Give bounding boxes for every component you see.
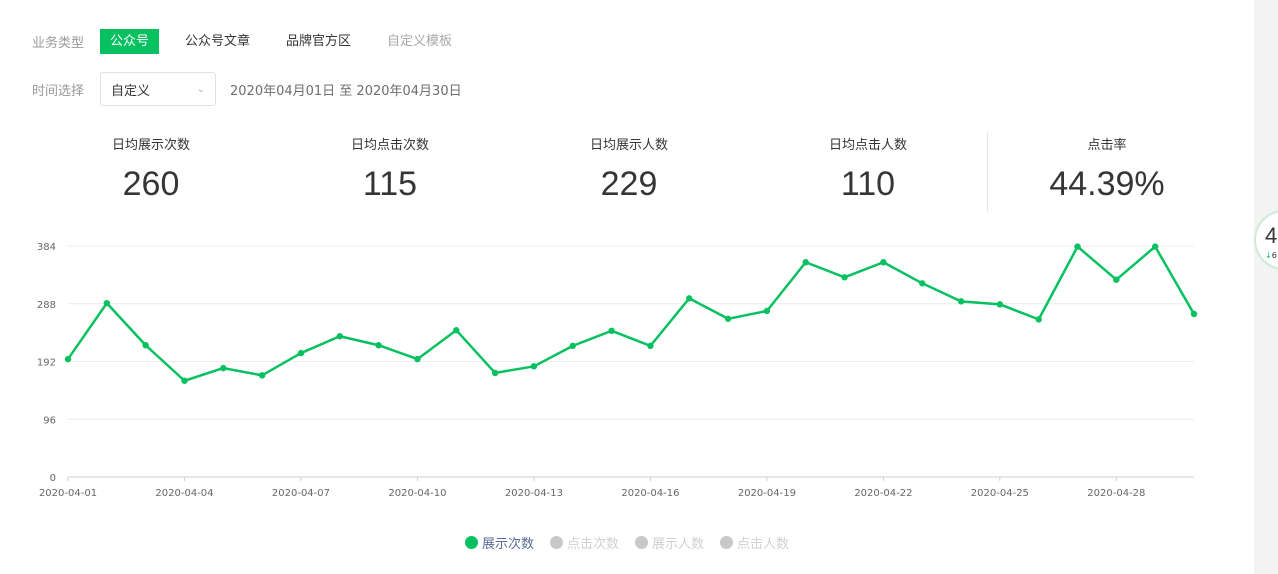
time-select-label: 时间选择 bbox=[32, 83, 85, 99]
business-type-label: 业务类型 bbox=[32, 36, 85, 51]
legend-dot-icon bbox=[720, 536, 734, 549]
x-tick-label: 2020-04-16 bbox=[621, 488, 679, 499]
legend-label: 点击次数 bbox=[566, 537, 619, 552]
arrow-down-icon: ↓ bbox=[1265, 251, 1272, 260]
data-point bbox=[880, 259, 887, 266]
legend-item-click-users[interactable]: 点击人数 bbox=[720, 533, 789, 552]
y-tick-label: 96 bbox=[43, 415, 56, 426]
data-point bbox=[258, 372, 266, 379]
data-point bbox=[1035, 316, 1042, 323]
business-option-custom-template[interactable]: 自定义模板 bbox=[377, 29, 462, 54]
data-point bbox=[336, 333, 343, 340]
legend-dot-icon bbox=[549, 536, 563, 549]
data-point bbox=[763, 307, 771, 315]
y-tick-label: 384 bbox=[37, 242, 56, 253]
stat-value: 260 bbox=[122, 165, 180, 203]
chevron-down-icon: ⌄ bbox=[196, 83, 205, 95]
x-tick-label: 2020-04-22 bbox=[854, 488, 912, 499]
legend-label: 展示人数 bbox=[652, 537, 705, 552]
data-point bbox=[996, 301, 1004, 308]
stat-label: 日均点击人数 bbox=[828, 138, 907, 153]
chart-legend: 展示次数 点击次数 展示人数 点击人数 bbox=[0, 533, 1254, 552]
data-point bbox=[608, 327, 615, 335]
x-tick-label: 2020-04-10 bbox=[388, 488, 446, 499]
data-point bbox=[1113, 276, 1120, 283]
legend-item-impressions[interactable]: 展示次数 bbox=[464, 533, 534, 552]
floating-metric-badge[interactable]: 4 ↓6 bbox=[1254, 210, 1278, 270]
legend-dot-icon bbox=[635, 536, 648, 549]
x-tick-label: 2020-04-04 bbox=[155, 488, 213, 499]
data-point bbox=[957, 298, 965, 305]
floating-badge-delta: ↓6 bbox=[1265, 251, 1277, 260]
time-range-select-value: 自定义 bbox=[111, 83, 151, 99]
floating-badge-delta-value: 6 bbox=[1271, 251, 1277, 260]
x-tick-label: 2020-04-13 bbox=[505, 488, 563, 499]
floating-badge-value: 4 bbox=[1265, 223, 1278, 248]
legend-label: 点击人数 bbox=[737, 537, 790, 552]
stat-daily-clicks[interactable]: 日均点击次数 115 bbox=[271, 130, 509, 204]
data-point bbox=[724, 315, 732, 322]
stat-value: 229 bbox=[600, 165, 658, 203]
stat-click-rate[interactable]: 点击率 44.39% bbox=[988, 130, 1226, 204]
data-point bbox=[1190, 310, 1198, 318]
y-tick-label: 0 bbox=[50, 473, 56, 484]
x-tick-label: 2020-04-01 bbox=[39, 488, 97, 499]
data-point bbox=[530, 363, 538, 370]
line-chart: 0 96 192 288 384 2020-04-01 2020-04-04 2020-04-… bbox=[37, 242, 1198, 499]
data-point bbox=[569, 342, 576, 350]
data-point bbox=[297, 349, 305, 357]
data-point bbox=[802, 259, 809, 266]
data-point bbox=[64, 355, 72, 363]
data-point bbox=[647, 342, 654, 350]
stats-summary: 日均展示次数 260 日均点击次数 115 日均展示人数 229 日均点击人数 … bbox=[32, 130, 1222, 214]
content-panel: 业务类型 公众号 公众号文章 品牌官方区 自定义模板 时间选择 自定义 ⌄ 20… bbox=[0, 0, 1254, 574]
data-point bbox=[375, 342, 382, 349]
data-point bbox=[841, 274, 848, 281]
stat-value: 110 bbox=[840, 165, 896, 203]
business-option-brand-zone[interactable]: 品牌官方区 bbox=[276, 29, 361, 54]
stat-daily-impressions[interactable]: 日均展示次数 260 bbox=[32, 130, 270, 204]
stat-label: 点击率 bbox=[1087, 138, 1127, 153]
date-range-text: 2020年04月01日 至 2020年04月30日 bbox=[230, 83, 462, 99]
stat-label: 日均展示次数 bbox=[111, 138, 190, 153]
legend-item-clicks[interactable]: 点击次数 bbox=[549, 533, 619, 552]
data-point bbox=[453, 327, 460, 334]
series-line bbox=[66, 245, 1196, 382]
business-option-article[interactable]: 公众号文章 bbox=[175, 29, 260, 54]
data-point bbox=[414, 355, 421, 363]
data-point bbox=[919, 280, 926, 287]
legend-dot-icon bbox=[464, 536, 478, 549]
y-tick-label: 288 bbox=[37, 300, 56, 311]
data-point bbox=[686, 295, 693, 302]
stat-value: 115 bbox=[362, 165, 418, 203]
data-point bbox=[1074, 243, 1081, 250]
stat-label: 日均点击次数 bbox=[350, 138, 429, 153]
business-type-row: 业务类型 公众号 公众号文章 品牌官方区 自定义模板 bbox=[32, 29, 478, 54]
time-select-row: 时间选择 自定义 ⌄ 2020年04月01日 至 2020年04月30日 bbox=[32, 72, 462, 106]
x-tick-label: 2020-04-28 bbox=[1087, 488, 1145, 499]
business-option-official-account[interactable]: 公众号 bbox=[100, 29, 160, 54]
time-range-select[interactable]: 自定义 ⌄ bbox=[100, 72, 216, 106]
data-point bbox=[142, 342, 149, 349]
data-point bbox=[1151, 243, 1159, 250]
stat-label: 日均展示人数 bbox=[589, 138, 668, 153]
stat-daily-impression-users[interactable]: 日均展示人数 229 bbox=[510, 130, 748, 204]
data-point bbox=[491, 369, 499, 377]
data-point bbox=[220, 364, 227, 372]
legend-label: 展示次数 bbox=[481, 537, 534, 552]
stat-daily-click-users[interactable]: 日均点击人数 110 bbox=[749, 130, 987, 204]
legend-item-impression-users[interactable]: 展示人数 bbox=[635, 533, 704, 552]
y-tick-label: 192 bbox=[37, 358, 56, 369]
stat-value: 44.39% bbox=[1049, 165, 1165, 203]
data-point bbox=[181, 377, 188, 384]
x-tick-label: 2020-04-07 bbox=[272, 488, 330, 499]
x-tick-label: 2020-04-19 bbox=[738, 488, 796, 499]
x-tick-label: 2020-04-25 bbox=[971, 488, 1029, 499]
data-point bbox=[103, 299, 111, 307]
